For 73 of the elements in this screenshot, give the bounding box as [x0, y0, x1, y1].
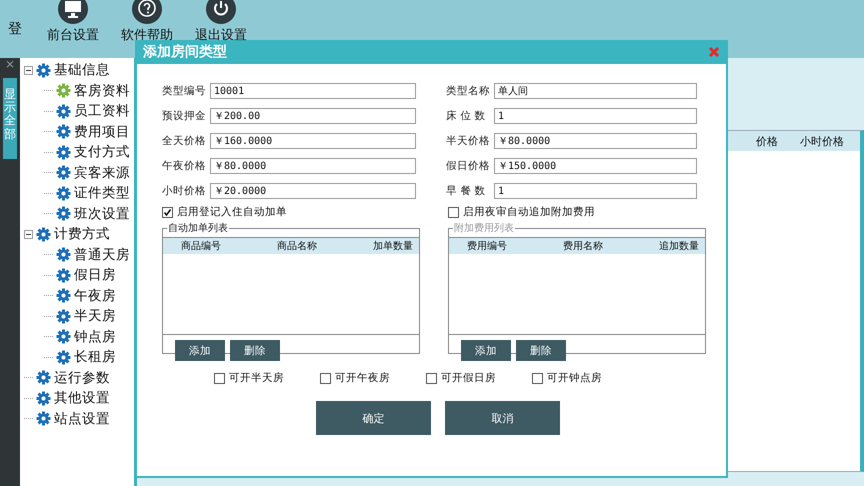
tree-item[interactable]: 假日房 [24, 265, 134, 286]
input-field[interactable]: ￥20.0000 [210, 183, 416, 199]
collapse-icon[interactable] [24, 230, 33, 239]
input-field[interactable]: 1 [494, 183, 697, 199]
column-header: 费用编号 [467, 240, 507, 253]
tree-item[interactable]: 钟点房 [24, 326, 134, 347]
collapse-icon[interactable] [24, 66, 33, 75]
input-field[interactable]: 1 [494, 108, 697, 124]
power-icon [206, 0, 236, 24]
dialog-button[interactable]: 确定 [316, 401, 431, 435]
field-label: 早 餐 数 [446, 184, 487, 198]
tree-item[interactable]: 班次设置 [24, 204, 134, 224]
tree-item[interactable]: 证件类型 [24, 183, 134, 204]
field-label: 床 位 数 [446, 109, 487, 123]
tree-item[interactable]: 运行参数 [24, 368, 134, 388]
input-field[interactable]: 单人间 [494, 83, 697, 99]
close-button[interactable]: × [4, 58, 16, 70]
checkbox-label[interactable]: 可开半天房 [229, 371, 284, 385]
column-header: 商品名称 [277, 240, 317, 253]
field-label: 小时价格 [162, 184, 206, 198]
checkbox[interactable] [214, 372, 225, 384]
monitor-icon [58, 0, 88, 24]
tree-item[interactable]: 长租房 [24, 347, 134, 368]
tree-item[interactable]: 员工资料 [24, 101, 134, 122]
checkbox[interactable] [426, 372, 437, 384]
tree-item[interactable]: 站点设置 [24, 408, 134, 429]
action-button[interactable]: 添加 [175, 340, 225, 361]
tree-item[interactable]: 半天房 [24, 306, 134, 326]
window-label: 登 [8, 20, 23, 38]
field-label: 预设押金 [162, 109, 206, 123]
input-field[interactable]: ￥80.0000 [210, 158, 416, 174]
field-label: 类型编号 [162, 84, 206, 98]
input-field[interactable]: 10001 [210, 83, 416, 99]
checkbox[interactable] [320, 372, 331, 384]
action-button[interactable]: 删除 [230, 340, 280, 361]
checkbox[interactable] [162, 206, 173, 218]
dialog-title: 添加房间类型 [143, 43, 227, 61]
tree-item[interactable]: 支付方式 [24, 142, 134, 162]
field-label: 类型名称 [446, 84, 490, 98]
column-header: 小时价格 [800, 134, 844, 148]
column-header: 费用名称 [563, 240, 603, 253]
field-label: 全天价格 [162, 134, 206, 148]
input-field[interactable]: ￥80.0000 [494, 133, 697, 149]
checkbox-label[interactable]: 启用登记入住自动加单 [177, 205, 287, 219]
group-legend: 附加费用列表 [453, 221, 515, 235]
group-legend: 自动加单列表 [167, 221, 229, 235]
input-field[interactable]: ￥160.0000 [210, 133, 416, 149]
checkbox[interactable] [532, 372, 543, 384]
help-icon [132, 0, 162, 24]
checkbox-label[interactable]: 可开钟点房 [547, 371, 602, 385]
checkbox-label[interactable]: 可开假日房 [441, 371, 496, 385]
tree-item[interactable]: 计费方式 [24, 224, 134, 244]
field-label: 半天价格 [446, 134, 490, 148]
field-label: 假日价格 [446, 159, 490, 173]
field-label: 午夜价格 [162, 159, 206, 173]
toolbar-button[interactable]: 退出设置 [188, 0, 254, 44]
tree-item[interactable]: 午夜房 [24, 286, 134, 306]
checkbox-label[interactable]: 可开午夜房 [335, 371, 390, 385]
tree-item[interactable]: 费用项目 [24, 122, 134, 142]
input-field[interactable]: ￥200.00 [210, 108, 416, 124]
tree-item[interactable]: 客房资料 [24, 80, 134, 101]
toolbar-button[interactable]: 前台设置 [40, 0, 106, 44]
column-header: 价格 [756, 134, 778, 148]
input-field[interactable]: ￥150.0000 [494, 158, 697, 174]
tree-item[interactable]: 普通天房 [24, 244, 134, 265]
dialog-button[interactable]: 取消 [445, 401, 560, 435]
column-header: 追加数量 [659, 240, 699, 253]
column-header: 商品编号 [181, 240, 221, 253]
tree-item[interactable]: 宾客来源 [24, 162, 134, 183]
toolbar-button[interactable]: 软件帮助 [114, 0, 180, 44]
tree-item[interactable]: 其他设置 [24, 388, 134, 408]
column-header: 加单数量 [373, 240, 413, 253]
tree-item[interactable]: 基础信息 [24, 60, 134, 80]
